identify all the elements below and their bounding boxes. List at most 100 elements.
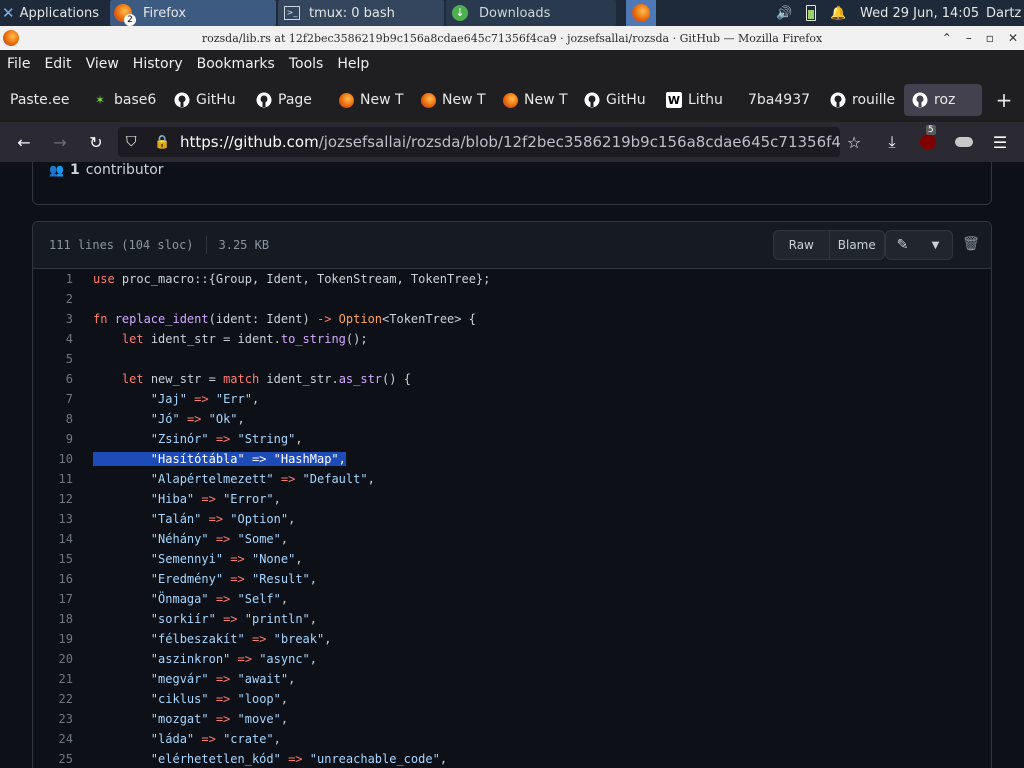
line-number[interactable]: 9 xyxy=(33,429,73,449)
code-line: 2 xyxy=(33,289,991,309)
line-number[interactable]: 20 xyxy=(33,649,73,669)
tab-base64[interactable]: ✶ base6 xyxy=(92,84,158,116)
line-number[interactable]: 8 xyxy=(33,409,73,429)
tab-github-2[interactable]: GitHu xyxy=(584,84,650,116)
url-text[interactable]: https://github.com/jozsefsallai/rozsda/b… xyxy=(180,133,840,151)
menu-edit[interactable]: Edit xyxy=(37,56,78,72)
bookmark-star-icon[interactable]: ☆ xyxy=(842,130,866,154)
code-line: 25 "elérhetetlen_kód" => "unreachable_co… xyxy=(33,749,991,768)
tab-paste-ee[interactable]: Paste.ee xyxy=(10,84,80,116)
line-number[interactable]: 19 xyxy=(33,629,73,649)
blame-button[interactable]: Blame xyxy=(828,231,885,259)
tab-github-1[interactable]: GitHu xyxy=(174,84,240,116)
code-line: 23 "mozgat" => "move", xyxy=(33,709,991,729)
notification-bell-icon[interactable]: 🔔 xyxy=(830,0,848,26)
shield-icon[interactable]: ⛉ xyxy=(126,134,137,150)
code-text: fn replace_ident(ident: Ident) -> Option… xyxy=(93,312,476,326)
menu-bookmarks[interactable]: Bookmarks xyxy=(190,56,282,72)
file-size: 3.25 KB xyxy=(218,238,270,252)
pencil-icon[interactable]: ✎ xyxy=(886,231,919,259)
line-number[interactable]: 17 xyxy=(33,589,73,609)
people-icon: 👥 xyxy=(49,163,64,177)
line-number[interactable]: 11 xyxy=(33,469,73,489)
line-number[interactable]: 24 xyxy=(33,729,73,749)
trash-icon[interactable]: 🗑 xyxy=(959,230,983,258)
contributors-line[interactable]: 👥 1 contributor xyxy=(49,162,164,178)
tab-label: Page xyxy=(278,92,312,108)
tab-new-2[interactable]: New T xyxy=(420,84,486,116)
line-number[interactable]: 15 xyxy=(33,549,73,569)
code-text: "Zsinór" => "String", xyxy=(150,432,303,446)
code-text: "ciklus" => "loop", xyxy=(150,692,289,706)
code-line: 17 "Önmaga" => "Self", xyxy=(33,589,991,609)
hamburger-menu-icon[interactable]: ☰ xyxy=(988,130,1012,154)
tab-rozsda-active[interactable]: roz xyxy=(904,84,982,116)
line-number[interactable]: 4 xyxy=(33,329,73,349)
extension-mask-icon[interactable] xyxy=(952,130,976,154)
line-number[interactable]: 2 xyxy=(33,289,73,309)
url-host: https://github.com xyxy=(180,133,319,151)
github-icon xyxy=(830,92,846,108)
line-number[interactable]: 25 xyxy=(33,749,73,768)
new-tab-plus-icon[interactable]: + xyxy=(994,90,1014,110)
menu-view[interactable]: View xyxy=(79,56,126,72)
lock-icon[interactable]: 🔒 xyxy=(154,135,170,150)
code-line: 21 "megvár" => "await", xyxy=(33,669,991,689)
menu-tools[interactable]: Tools xyxy=(282,56,331,72)
reload-icon[interactable]: ↻ xyxy=(84,130,108,154)
line-number[interactable]: 12 xyxy=(33,489,73,509)
clock[interactable]: Wed 29 Jun, 14:05 xyxy=(860,0,980,26)
close-button[interactable]: ✕ xyxy=(1008,31,1018,45)
line-number[interactable]: 1 xyxy=(33,269,73,289)
battery-icon[interactable] xyxy=(806,0,820,26)
tab-new-3[interactable]: New T xyxy=(502,84,568,116)
tab-label: base6 xyxy=(114,92,157,108)
downloads-icon[interactable]: ⤓ xyxy=(880,130,904,154)
workspace-firefox[interactable] xyxy=(626,0,656,26)
line-number[interactable]: 10 xyxy=(33,449,73,469)
line-number[interactable]: 21 xyxy=(33,669,73,689)
tab-github-pages[interactable]: Page xyxy=(256,84,322,116)
line-number[interactable]: 5 xyxy=(33,349,73,369)
tab-7ba4937[interactable]: 7ba4937 xyxy=(748,84,814,116)
back-arrow-icon[interactable]: ← xyxy=(12,130,36,154)
ublock-count-badge: 5 xyxy=(926,125,936,135)
line-number[interactable]: 7 xyxy=(33,389,73,409)
volume-icon[interactable]: 🔊 xyxy=(776,0,796,26)
tab-new-1[interactable]: New T xyxy=(338,84,404,116)
menu-help[interactable]: Help xyxy=(330,56,376,72)
contributors-label: contributor xyxy=(85,162,164,178)
taskbar-tmux[interactable]: >_ tmux: 0 bash xyxy=(278,0,444,26)
menu-history[interactable]: History xyxy=(126,56,190,72)
line-number[interactable]: 6 xyxy=(33,369,73,389)
user-name[interactable]: Dartz xyxy=(986,0,1024,26)
ublock-icon[interactable]: 5 xyxy=(916,125,940,154)
applications-menu[interactable]: ✕ Applications xyxy=(2,0,108,26)
tab-wikipedia[interactable]: W Lithu xyxy=(666,84,732,116)
taskbar-firefox[interactable]: 2 Firefox xyxy=(110,0,276,26)
minimize-button[interactable]: – xyxy=(966,31,972,45)
line-number[interactable]: 23 xyxy=(33,709,73,729)
line-number[interactable]: 16 xyxy=(33,569,73,589)
line-number[interactable]: 18 xyxy=(33,609,73,629)
line-number[interactable]: 14 xyxy=(33,529,73,549)
menu-file[interactable]: File xyxy=(0,56,37,72)
code-text: let ident_str = ident.to_string(); xyxy=(121,332,368,346)
tab-rouille[interactable]: rouille xyxy=(830,84,896,116)
raw-button[interactable]: Raw xyxy=(774,231,829,259)
code-text: "aszinkron" => "async", xyxy=(150,652,318,666)
line-number[interactable]: 3 xyxy=(33,309,73,329)
code-text: "megvár" => "await", xyxy=(150,672,296,686)
terminal-icon: >_ xyxy=(284,6,300,20)
forward-arrow-icon[interactable]: → xyxy=(48,130,72,154)
line-number[interactable]: 13 xyxy=(33,509,73,529)
url-bar[interactable]: ⛉ 🔒 https://github.com/jozsefsallai/rozs… xyxy=(118,127,840,157)
taskbar-downloads[interactable]: ↓ Downloads xyxy=(446,0,616,26)
maximize-button[interactable]: ▫ xyxy=(986,31,994,45)
menu-bar: File Edit View History Bookmarks Tools H… xyxy=(0,50,1024,78)
shade-button[interactable]: ⌃ xyxy=(942,31,952,45)
line-number[interactable]: 22 xyxy=(33,689,73,709)
code-text: "Hiba" => "Error", xyxy=(150,492,281,506)
tab-label: Lithu xyxy=(688,92,723,108)
chevron-down-icon[interactable]: ▼ xyxy=(919,231,952,259)
